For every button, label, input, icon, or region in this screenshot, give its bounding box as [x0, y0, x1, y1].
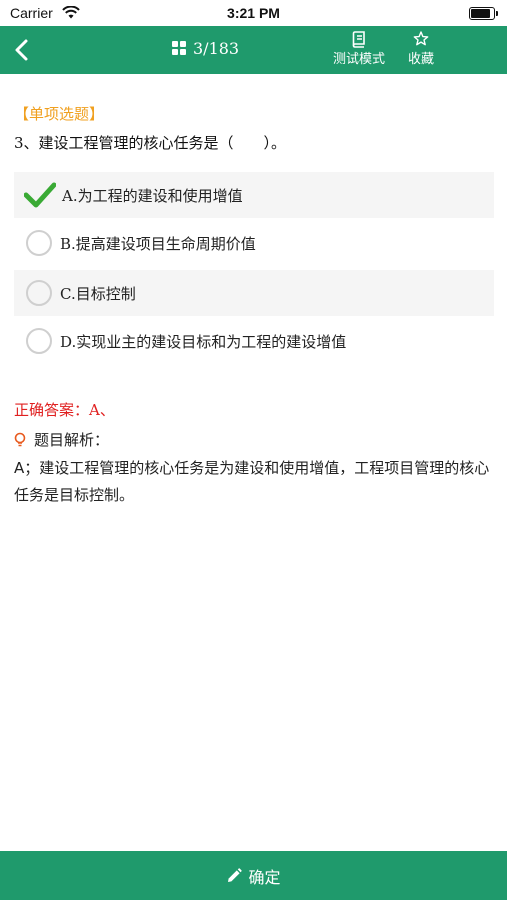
book-icon: [352, 31, 365, 48]
option-d[interactable]: D.实现业主的建设目标和为工程的建设增值: [14, 318, 494, 364]
correct-answer: 正确答案：A、: [14, 399, 115, 420]
favorite-label: 收藏: [407, 52, 434, 67]
option-letter: B.: [60, 234, 76, 253]
option-label: A.为工程的建设和使用增值: [62, 185, 243, 206]
option-label: D.实现业主的建设目标和为工程的建设增值: [60, 331, 346, 352]
option-label: B.提高建设项目生命周期价值: [60, 233, 256, 254]
star-icon: [413, 31, 429, 46]
back-icon[interactable]: [10, 36, 34, 64]
correct-answer-value: A、: [89, 401, 115, 419]
confirm-label: 确定: [248, 867, 281, 887]
option-a[interactable]: A.为工程的建设和使用增值: [14, 172, 494, 218]
option-text: 为工程的建设和使用增值: [77, 186, 243, 205]
analysis-title: 题目解析：: [34, 431, 110, 449]
radio-icon: [26, 280, 52, 306]
test-mode-label: 测试模式: [332, 52, 385, 67]
battery-level: [471, 9, 490, 18]
pencil-icon: [228, 867, 243, 882]
option-b[interactable]: B.提高建设项目生命周期价值: [14, 220, 494, 266]
test-mode-button[interactable]: 测试模式: [328, 30, 390, 67]
analysis-header: 题目解析：: [14, 429, 109, 450]
battery-icon: [469, 7, 498, 20]
radio-icon: [26, 230, 52, 256]
question-stem: 建设工程管理的核心任务是（ ）。: [38, 134, 287, 152]
option-letter: D.: [60, 332, 77, 351]
question-number: 3、: [14, 134, 39, 152]
option-text: 提高建设项目生命周期价值: [75, 234, 256, 253]
status-time: 3:21 PM: [227, 5, 280, 21]
nav-bar: 3/183 测试模式 收藏: [0, 26, 507, 74]
option-text: 目标控制: [75, 284, 136, 303]
option-letter: C.: [60, 284, 76, 303]
option-label: C.目标控制: [60, 283, 136, 304]
status-bar: Carrier 3:21 PM: [0, 0, 507, 26]
analysis-body: A；建设工程管理的核心任务是为建设和使用增值，工程项目管理的核心任务是目标控制。: [14, 459, 490, 504]
favorite-button[interactable]: 收藏: [403, 30, 439, 67]
counter-label: 3/183: [193, 39, 240, 58]
question-text: 3、建设工程管理的核心任务是（ ）。: [14, 132, 286, 153]
option-c[interactable]: C.目标控制: [14, 270, 494, 316]
correct-answer-label: 正确答案：: [14, 401, 90, 419]
option-letter: A.: [62, 186, 78, 205]
check-icon: [24, 182, 56, 208]
question-counter[interactable]: 3/183: [172, 39, 239, 58]
radio-icon: [26, 328, 52, 354]
lightbulb-icon: [14, 432, 26, 446]
confirm-button[interactable]: 确定: [0, 851, 507, 900]
question-type-label: 【单项选题】: [14, 105, 105, 123]
grid-icon: [172, 41, 187, 56]
option-text: 实现业主的建设目标和为工程的建设增值: [76, 332, 347, 351]
